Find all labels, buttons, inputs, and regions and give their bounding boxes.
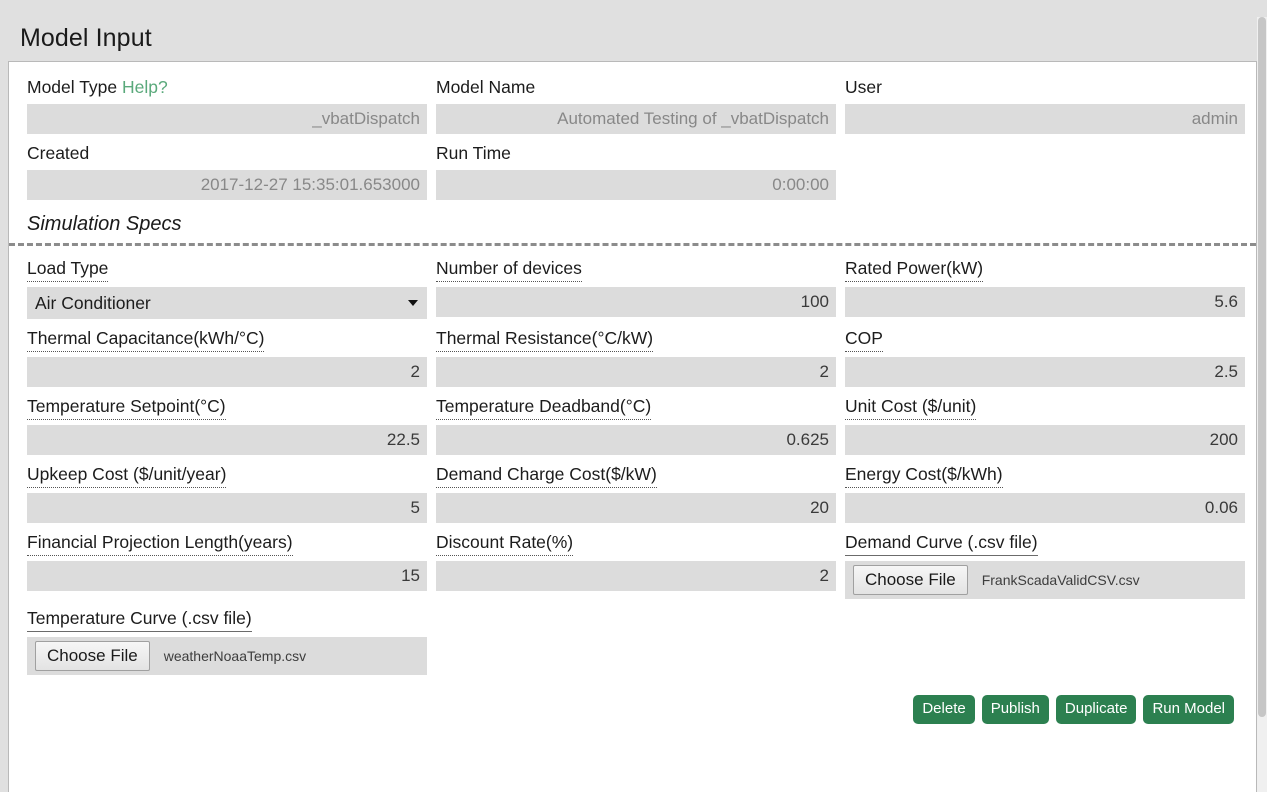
energy-cost-input[interactable]	[845, 492, 1245, 523]
label-load-type: Load Type	[27, 257, 109, 282]
action-button-bar: Delete Publish Duplicate Run Model	[27, 694, 1238, 724]
field-temperature-curve-file: Temperature Curve (.csv file) Choose File…	[27, 607, 436, 675]
duplicate-button[interactable]: Duplicate	[1055, 694, 1137, 724]
temperature-curve-file-choose-button[interactable]: Choose File	[35, 640, 150, 671]
card-inner: Model Type Help? Model Name User Created Run…	[9, 62, 1256, 724]
field-temperature-deadband: Temperature Deadband(°C)	[436, 395, 845, 455]
label-cop: COP	[845, 327, 883, 352]
field-row: Financial Projection Length(years) Discou…	[27, 531, 1245, 599]
temperature-curve-file-input[interactable]: Choose File weatherNoaaTemp.csv	[27, 636, 427, 675]
model-input-page: Model Input Model Type Help? Model Name Us…	[0, 16, 1267, 792]
financial-projection-length-input[interactable]	[27, 560, 427, 591]
user-input[interactable]	[845, 103, 1245, 134]
delete-button[interactable]: Delete	[913, 694, 975, 724]
simulation-specs-section: Load Type Air Conditioner Number of device…	[27, 257, 1245, 675]
label-financial-projection-length: Financial Projection Length(years)	[27, 531, 293, 556]
label-demand-charge-cost: Demand Charge Cost($/kW)	[436, 463, 657, 488]
simulation-specs-heading: Simulation Specs	[27, 212, 182, 235]
field-model-type: Model Type Help?	[27, 76, 436, 134]
label-rated-power: Rated Power(kW)	[845, 257, 984, 282]
unit-cost-input[interactable]	[845, 424, 1245, 455]
load-type-select[interactable]: Air Conditioner	[27, 286, 427, 319]
field-created: Created	[27, 142, 436, 200]
field-thermal-resistance: Thermal Resistance(°C/kW)	[436, 327, 845, 387]
scrollbar-thumb[interactable]	[1258, 16, 1266, 717]
field-row: Model Type Help? Model Name User	[27, 76, 1245, 134]
help-link[interactable]: Help?	[122, 77, 168, 97]
label-temperature-setpoint: Temperature Setpoint(°C)	[27, 395, 226, 420]
field-financial-projection-length: Financial Projection Length(years)	[27, 531, 436, 599]
rated-power-input[interactable]	[845, 286, 1245, 317]
field-unit-cost: Unit Cost ($/unit)	[845, 395, 1254, 455]
field-cop: COP	[845, 327, 1254, 387]
field-thermal-capacitance: Thermal Capacitance(kWh/°C)	[27, 327, 436, 387]
label-demand-curve-file: Demand Curve (.csv file)	[845, 531, 1038, 556]
label-energy-cost: Energy Cost($/kWh)	[845, 463, 1003, 488]
load-type-selected-value: Air Conditioner	[35, 292, 151, 313]
field-row: Created Run Time	[27, 142, 1238, 200]
field-demand-curve-file: Demand Curve (.csv file) Choose File Frank…	[845, 531, 1254, 599]
label-user: User	[845, 76, 882, 97]
demand-curve-file-input[interactable]: Choose File FrankScadaValidCSV.csv	[845, 560, 1245, 599]
label-created: Created	[27, 142, 90, 163]
created-input[interactable]	[27, 169, 427, 200]
publish-button[interactable]: Publish	[981, 694, 1049, 724]
label-temperature-deadband: Temperature Deadband(°C)	[436, 395, 652, 420]
label-model-type: Model Type Help?	[27, 76, 168, 97]
label-thermal-capacitance: Thermal Capacitance(kWh/°C)	[27, 327, 265, 352]
model-input-card: Model Type Help? Model Name User Created Run…	[8, 60, 1257, 792]
field-row: Load Type Air Conditioner Number of device…	[27, 257, 1245, 319]
temperature-deadband-input[interactable]	[436, 424, 836, 455]
field-row: Upkeep Cost ($/unit/year) Demand Charge C…	[27, 463, 1245, 523]
page-scrollbar[interactable]	[1257, 16, 1267, 792]
field-temperature-setpoint: Temperature Setpoint(°C)	[27, 395, 436, 455]
label-discount-rate: Discount Rate(%)	[436, 531, 574, 556]
thermal-resistance-input[interactable]	[436, 356, 836, 387]
field-run-time: Run Time	[436, 142, 845, 200]
number-of-devices-input[interactable]	[436, 286, 836, 317]
label-run-time: Run Time	[436, 142, 511, 163]
demand-curve-file-choose-button[interactable]: Choose File	[853, 564, 968, 595]
temperature-setpoint-input[interactable]	[27, 424, 427, 455]
temperature-curve-file-filename: weatherNoaaTemp.csv	[163, 647, 307, 664]
run-time-input[interactable]	[436, 169, 836, 200]
field-rated-power: Rated Power(kW)	[845, 257, 1254, 319]
field-discount-rate: Discount Rate(%)	[436, 531, 845, 599]
field-row: Thermal Capacitance(kWh/°C) Thermal Resis…	[27, 327, 1245, 387]
run-model-button[interactable]: Run Model	[1143, 694, 1234, 724]
label-number-of-devices: Number of devices	[436, 257, 582, 282]
upkeep-cost-input[interactable]	[27, 492, 427, 523]
field-model-name: Model Name	[436, 76, 845, 134]
field-user: User	[845, 76, 1254, 134]
page-title: Model Input	[20, 23, 152, 52]
section-divider	[9, 242, 1256, 246]
field-energy-cost: Energy Cost($/kWh)	[845, 463, 1254, 523]
field-row: Temperature Setpoint(°C) Temperature Dead…	[27, 395, 1245, 455]
label-unit-cost: Unit Cost ($/unit)	[845, 395, 977, 420]
demand-charge-cost-input[interactable]	[436, 492, 836, 523]
demand-curve-file-filename: FrankScadaValidCSV.csv	[981, 571, 1140, 588]
model-type-input[interactable]	[27, 103, 427, 134]
discount-rate-input[interactable]	[436, 560, 836, 591]
field-number-of-devices: Number of devices	[436, 257, 845, 319]
field-demand-charge-cost: Demand Charge Cost($/kW)	[436, 463, 845, 523]
field-row: Temperature Curve (.csv file) Choose File…	[27, 607, 1238, 675]
field-load-type: Load Type Air Conditioner	[27, 257, 436, 319]
thermal-capacitance-input[interactable]	[27, 356, 427, 387]
model-name-input[interactable]	[436, 103, 836, 134]
label-model-name: Model Name	[436, 76, 536, 97]
cop-input[interactable]	[845, 356, 1245, 387]
label-thermal-resistance: Thermal Resistance(°C/kW)	[436, 327, 654, 352]
label-upkeep-cost: Upkeep Cost ($/unit/year)	[27, 463, 227, 488]
label-temperature-curve-file: Temperature Curve (.csv file)	[27, 607, 252, 632]
chevron-down-icon	[408, 299, 418, 306]
model-metadata-section: Model Type Help? Model Name User Created Run…	[27, 76, 1245, 200]
field-upkeep-cost: Upkeep Cost ($/unit/year)	[27, 463, 436, 523]
